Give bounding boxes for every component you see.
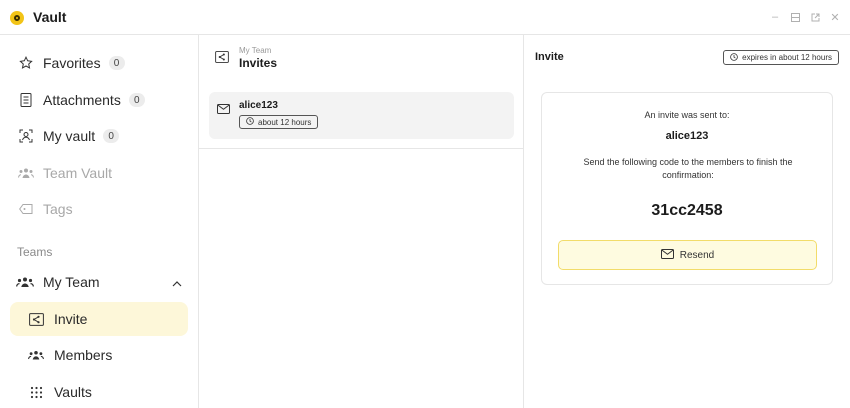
- count-badge: 0: [103, 129, 120, 143]
- sidebar-item-label: Tags: [43, 201, 73, 217]
- clock-icon: [246, 117, 254, 127]
- app-logo-icon: [10, 11, 24, 25]
- star-icon: [18, 55, 34, 71]
- invite-detail-panel: Invite expires in about 12 hours An invi…: [524, 35, 850, 408]
- grid-dots-icon: [28, 384, 44, 400]
- invite-sent-card: An invite was sent to: alice123 Send the…: [541, 92, 833, 285]
- users-icon: [16, 274, 34, 290]
- count-badge: 0: [108, 56, 125, 70]
- document-icon: [18, 92, 34, 108]
- sidebar-team-my-team[interactable]: My Team: [16, 270, 182, 294]
- mail-icon: [660, 248, 674, 262]
- sidebar-item-favorites[interactable]: Favorites 0: [18, 51, 125, 75]
- chevron-up-icon[interactable]: [172, 274, 182, 290]
- users-icon: [18, 165, 34, 181]
- sent-to-label: An invite was sent to:: [644, 110, 730, 120]
- panel-title: Invites: [239, 56, 278, 70]
- instructions-text: Send the following code to the members t…: [583, 157, 793, 180]
- resend-button[interactable]: Resend: [558, 240, 817, 270]
- sidebar-item-team-vault[interactable]: Team Vault: [18, 161, 112, 185]
- sidebar-subitem-label: Invite: [54, 311, 88, 327]
- invite-user: alice123: [239, 100, 278, 111]
- confirmation-code: 31cc2458: [651, 202, 723, 219]
- app-title: Vault: [33, 9, 67, 25]
- sidebar-item-my-vault[interactable]: My vault 0: [18, 124, 120, 148]
- expiry-text: expires in about 12 hours: [742, 53, 832, 62]
- invite-list-item[interactable]: alice123 about 12 hours: [209, 92, 514, 139]
- close-icon[interactable]: ✕: [830, 10, 840, 24]
- expiry-text: about 12 hours: [258, 117, 312, 127]
- expiry-badge: expires in about 12 hours: [723, 50, 839, 65]
- popout-icon[interactable]: [810, 10, 820, 24]
- count-badge: 0: [128, 93, 145, 107]
- expiry-badge: about 12 hours: [239, 115, 319, 129]
- divider: [199, 148, 524, 149]
- team-name: My Team: [43, 274, 100, 290]
- mail-icon: [217, 101, 230, 119]
- tag-icon: [18, 201, 34, 217]
- user-scan-icon: [18, 128, 34, 144]
- detail-title: Invite: [535, 51, 564, 63]
- sidebar-subitem-members[interactable]: Members: [10, 338, 188, 372]
- sidebar-subitem-invite[interactable]: Invite: [10, 302, 188, 336]
- sidebar-item-label: Favorites: [43, 55, 101, 71]
- sidebar-item-label: My vault: [43, 128, 96, 144]
- dock-icon[interactable]: [790, 10, 800, 24]
- users-icon: [28, 347, 44, 363]
- share-icon: [215, 50, 229, 68]
- sidebar-item-label: Attachments: [43, 92, 121, 108]
- invites-panel: My Team Invites alice123 about 12 hours: [199, 35, 524, 408]
- sidebar-item-attachments[interactable]: Attachments 0: [18, 88, 145, 112]
- resend-label: Resend: [679, 249, 715, 261]
- title-bar: Vault – ✕: [0, 0, 850, 35]
- window-controls: – ✕: [770, 10, 840, 24]
- teams-section-label: Teams: [17, 245, 53, 259]
- sidebar-subitem-vaults[interactable]: Vaults: [10, 375, 188, 408]
- sidebar: Favorites 0 Attachments 0 My vault 0 Tea…: [0, 35, 199, 408]
- clock-icon: [730, 52, 738, 63]
- sidebar-subitem-label: Vaults: [54, 384, 92, 400]
- minimize-icon[interactable]: –: [770, 10, 780, 24]
- sidebar-item-label: Team Vault: [43, 165, 112, 181]
- sidebar-item-tags[interactable]: Tags: [18, 197, 73, 221]
- breadcrumb: My Team: [239, 46, 272, 55]
- sidebar-subitem-label: Members: [54, 347, 113, 363]
- sent-to-user: alice123: [665, 130, 709, 142]
- share-icon: [28, 311, 44, 327]
